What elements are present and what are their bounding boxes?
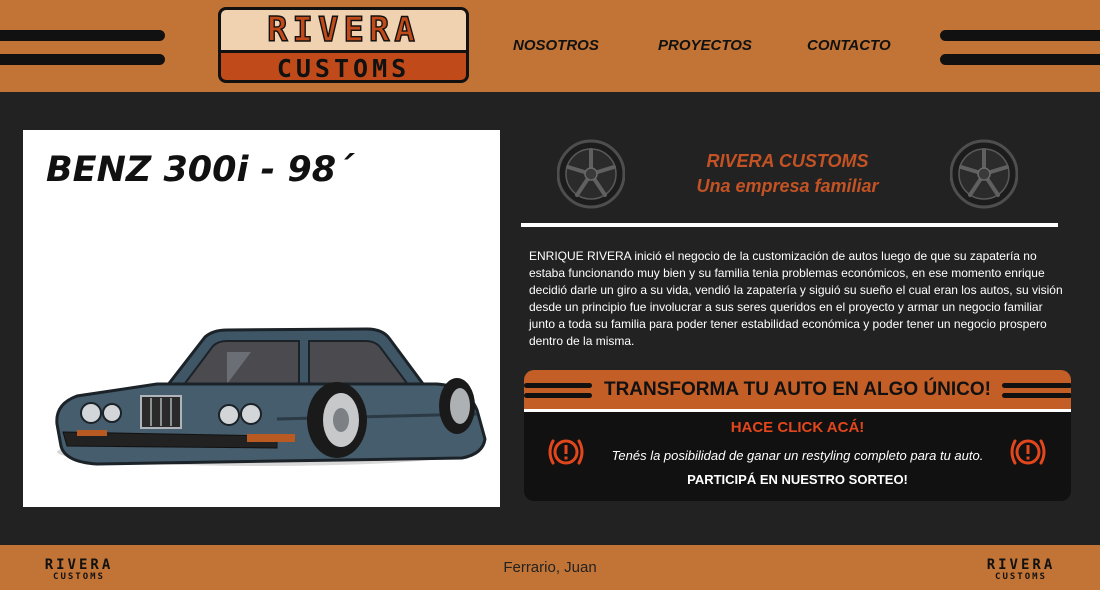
header-stripe-right-top [940, 30, 1100, 41]
promo-cta-link[interactable]: HACE CLICK ACÁ! [524, 419, 1071, 436]
car-illustration [55, 327, 487, 466]
logo-word-rivera: RIVERA [266, 10, 420, 50]
promo-title: TRANSFORMA TU AUTO EN ALGO ÚNICO! [603, 379, 991, 400]
logo-top-band: RIVERA [221, 10, 466, 50]
logo-word-customs: CUSTOMS [276, 53, 411, 83]
car-card: BENZ 300i - 98´ [23, 130, 500, 507]
logo-bottom-band: CUSTOMS [221, 53, 466, 83]
about-title: RIVERA CUSTOMS [706, 151, 869, 171]
header-logo[interactable]: RIVERA CUSTOMS [218, 7, 469, 83]
car-title: BENZ 300i - 98´ [46, 150, 354, 190]
header-stripe-left-top [0, 30, 165, 41]
wheel-icon-right [950, 139, 1018, 209]
promo-header-band: TRANSFORMA TU AUTO EN ALGO ÚNICO! [524, 370, 1071, 409]
nav-link-contacto[interactable]: CONTACTO [807, 37, 891, 54]
about-subtitle: Una empresa familiar [696, 176, 879, 196]
wheel-icon-left [557, 139, 625, 209]
promo-divider [524, 409, 1071, 412]
promo-bold-text: PARTICIPÁ EN NUESTRO SORTEO! [687, 472, 908, 487]
header-stripe-right-bottom [940, 54, 1100, 65]
about-paragraph: ENRIQUE RIVERA inició el negocio de la c… [529, 249, 1063, 348]
footer-author: Ferrario, Juan [503, 559, 597, 576]
promo-text: Tenés la posibilidad de ganar un restyli… [611, 448, 984, 463]
site-header: RIVERA CUSTOMS NOSOTROS PROYECTOS CONTAC… [0, 0, 1100, 92]
header-stripe-left-bottom [0, 54, 165, 65]
promo-card: TRANSFORMA TU AUTO EN ALGO ÚNICO! HACE C… [524, 370, 1071, 501]
about-divider [521, 223, 1058, 227]
nav-link-nosotros[interactable]: NOSOTROS [513, 37, 599, 54]
nav-link-proyectos[interactable]: PROYECTOS [658, 37, 752, 54]
